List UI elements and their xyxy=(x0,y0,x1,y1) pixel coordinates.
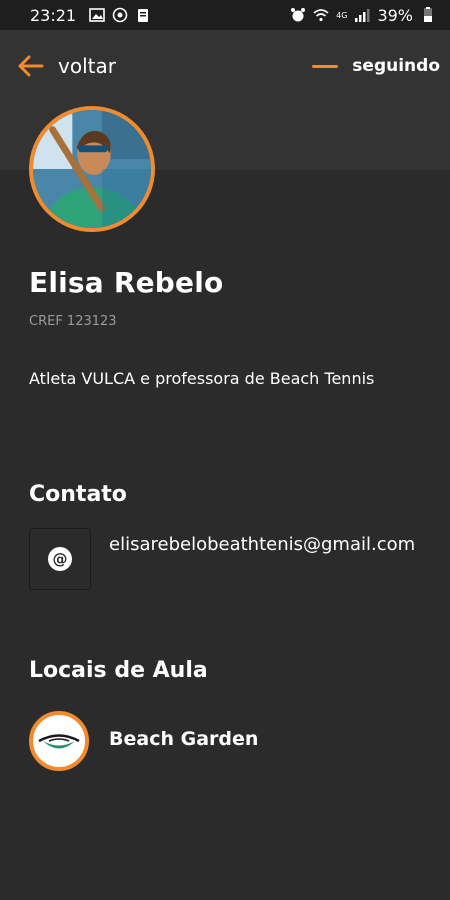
battery-percent: 39% xyxy=(377,5,413,25)
profile-name: Elisa Rebelo xyxy=(29,266,224,299)
following-label: seguindo xyxy=(352,56,440,76)
arrow-left-icon xyxy=(18,55,44,77)
profile-bio: Atleta VULCA e professora de Beach Tenni… xyxy=(29,369,375,388)
place-logo[interactable] xyxy=(29,711,89,771)
battery-icon xyxy=(420,7,436,22)
network-type: 4G xyxy=(336,10,348,20)
avatar xyxy=(29,106,155,232)
status-left: 23:21 xyxy=(30,6,151,25)
wifi-icon xyxy=(313,8,329,22)
alarm-icon xyxy=(290,8,306,22)
status-bar: 23:21 4G 39% xyxy=(0,0,450,30)
places-section-title: Locais de Aula xyxy=(29,658,208,683)
clipboard-icon xyxy=(135,8,151,22)
beach-garden-logo-icon xyxy=(38,734,80,749)
profile-photo xyxy=(33,110,151,228)
at-sign-icon: @ xyxy=(48,547,72,571)
place-name[interactable]: Beach Garden xyxy=(109,728,258,750)
back-label: voltar xyxy=(58,54,116,78)
contact-section-title: Contato xyxy=(29,482,127,507)
status-right: 4G 39% xyxy=(290,6,436,25)
status-time: 23:21 xyxy=(30,5,77,25)
email-icon-box[interactable]: @ xyxy=(29,528,91,590)
minus-icon xyxy=(312,64,339,68)
following-button[interactable]: seguindo xyxy=(312,52,440,80)
whatsapp-icon xyxy=(112,7,128,23)
profile-cref: CREF 123123 xyxy=(29,314,117,329)
gallery-icon xyxy=(89,8,105,22)
back-button[interactable]: voltar xyxy=(16,50,116,82)
signal-icon xyxy=(354,8,370,22)
contact-email[interactable]: elisarebelobeathtenis@gmail.com xyxy=(109,532,429,558)
